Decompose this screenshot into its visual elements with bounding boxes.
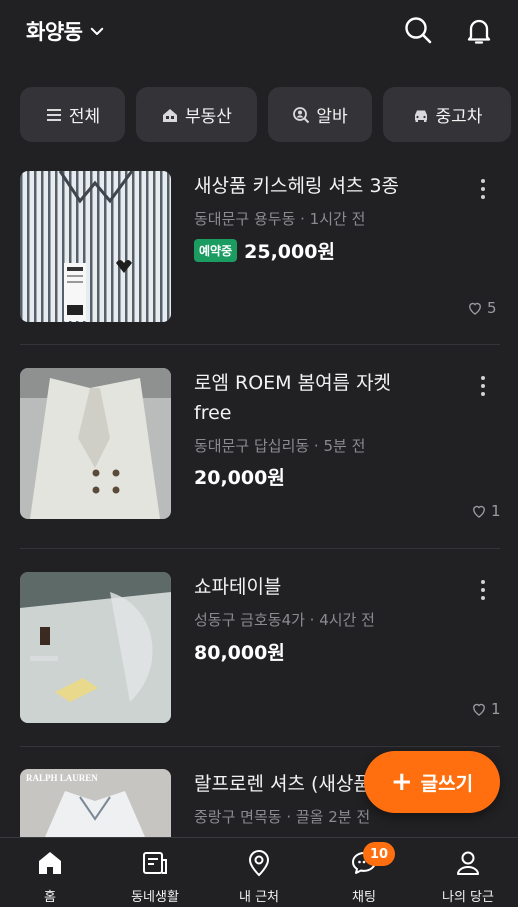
category-chips: 전체 부동산 알바 중고차 xyxy=(20,87,511,142)
likes-count: 1 xyxy=(470,700,501,718)
likes-count: 5 xyxy=(466,299,497,317)
search-icon[interactable] xyxy=(402,14,434,46)
chip-used-car[interactable]: 중고차 xyxy=(383,87,511,142)
likes-count: 1 xyxy=(470,502,501,520)
thumbnail-logo-text: RALPH LAUREN xyxy=(26,773,98,783)
nav-label: 채팅 xyxy=(352,890,376,905)
app-header: 화양동 xyxy=(0,0,518,66)
chip-label: 전체 xyxy=(68,107,101,127)
listing-meta: 동대문구 용두동 · 1시간 전 xyxy=(194,210,366,228)
more-options-button[interactable] xyxy=(470,575,496,605)
nav-item-community[interactable]: 동네생활 xyxy=(105,838,205,907)
listing-meta: 성동구 금호동4가 · 4시간 전 xyxy=(194,611,375,629)
likes-value: 1 xyxy=(491,502,501,520)
nav-item-nearby[interactable]: 내 근처 xyxy=(209,838,309,907)
listing-title: 로엠 ROEM 봄여름 자켓 free xyxy=(194,372,392,424)
more-options-button[interactable] xyxy=(470,174,496,204)
listing-meta: 중랑구 면목동 · 끌올 2분 전 xyxy=(194,808,371,826)
car-icon xyxy=(414,110,427,122)
price-row: 80,000원 xyxy=(194,638,285,665)
divider xyxy=(20,344,500,345)
bottom-navigation: 홈 동네생활 내 근처 채팅 나의 당근 xyxy=(0,837,518,907)
location-pin-icon xyxy=(248,850,270,877)
listing-title: 새상품 키스헤링 셔츠 3종 xyxy=(194,175,400,197)
chip-all[interactable]: 전체 xyxy=(20,87,125,142)
nav-item-home[interactable]: 홈 xyxy=(0,838,100,907)
chip-label: 중고차 xyxy=(435,107,483,127)
community-icon xyxy=(143,852,167,874)
chip-label: 부동산 xyxy=(185,107,232,127)
nav-label: 나의 당근 xyxy=(442,890,494,905)
chip-part-time[interactable]: 알바 xyxy=(268,87,372,142)
location-selector[interactable]: 화양동 xyxy=(26,16,106,46)
person-icon xyxy=(457,851,479,875)
listing-title: 쇼파테이블 xyxy=(194,576,282,598)
location-label: 화양동 xyxy=(26,20,83,44)
divider xyxy=(20,548,500,549)
heart-icon xyxy=(473,505,485,518)
likes-value: 5 xyxy=(487,299,497,317)
bell-icon[interactable] xyxy=(463,14,495,46)
listing-thumbnail xyxy=(20,572,171,723)
chevron-down-icon xyxy=(91,27,104,35)
search-person-icon xyxy=(293,106,310,123)
write-post-button[interactable]: + 글쓰기 xyxy=(364,751,500,813)
chat-unread-badge: 10 xyxy=(363,842,396,866)
heart-icon xyxy=(473,703,485,716)
listing-thumbnail: RALPH LAUREN xyxy=(20,769,171,837)
chip-real-estate[interactable]: 부동산 xyxy=(136,87,257,142)
listing-meta: 동대문구 답십리동 · 5분 전 xyxy=(194,437,366,455)
listing-thumbnail xyxy=(20,171,171,322)
nav-label: 동네생활 xyxy=(131,890,179,905)
house-icon xyxy=(163,108,178,122)
nav-item-my-profile[interactable]: 나의 당근 xyxy=(418,838,518,907)
heart-icon xyxy=(469,302,481,315)
price-row: 예약중 25,000원 xyxy=(194,237,335,264)
listing-price: 25,000원 xyxy=(244,241,335,263)
likes-value: 1 xyxy=(491,700,501,718)
more-options-button[interactable] xyxy=(470,371,496,401)
write-post-label: 글쓰기 xyxy=(420,772,474,795)
listing-price: 80,000원 xyxy=(194,642,285,664)
divider xyxy=(20,746,500,747)
listing-thumbnail xyxy=(20,368,171,519)
nav-label: 내 근처 xyxy=(238,890,279,905)
status-badge: 예약중 xyxy=(194,239,238,262)
chip-label: 알바 xyxy=(316,107,348,127)
menu-icon xyxy=(46,108,61,121)
listing-price: 20,000원 xyxy=(194,467,285,489)
nav-label: 홈 xyxy=(44,890,56,905)
plus-icon: + xyxy=(390,767,413,797)
price-row: 20,000원 xyxy=(194,463,285,490)
home-icon xyxy=(39,852,61,874)
